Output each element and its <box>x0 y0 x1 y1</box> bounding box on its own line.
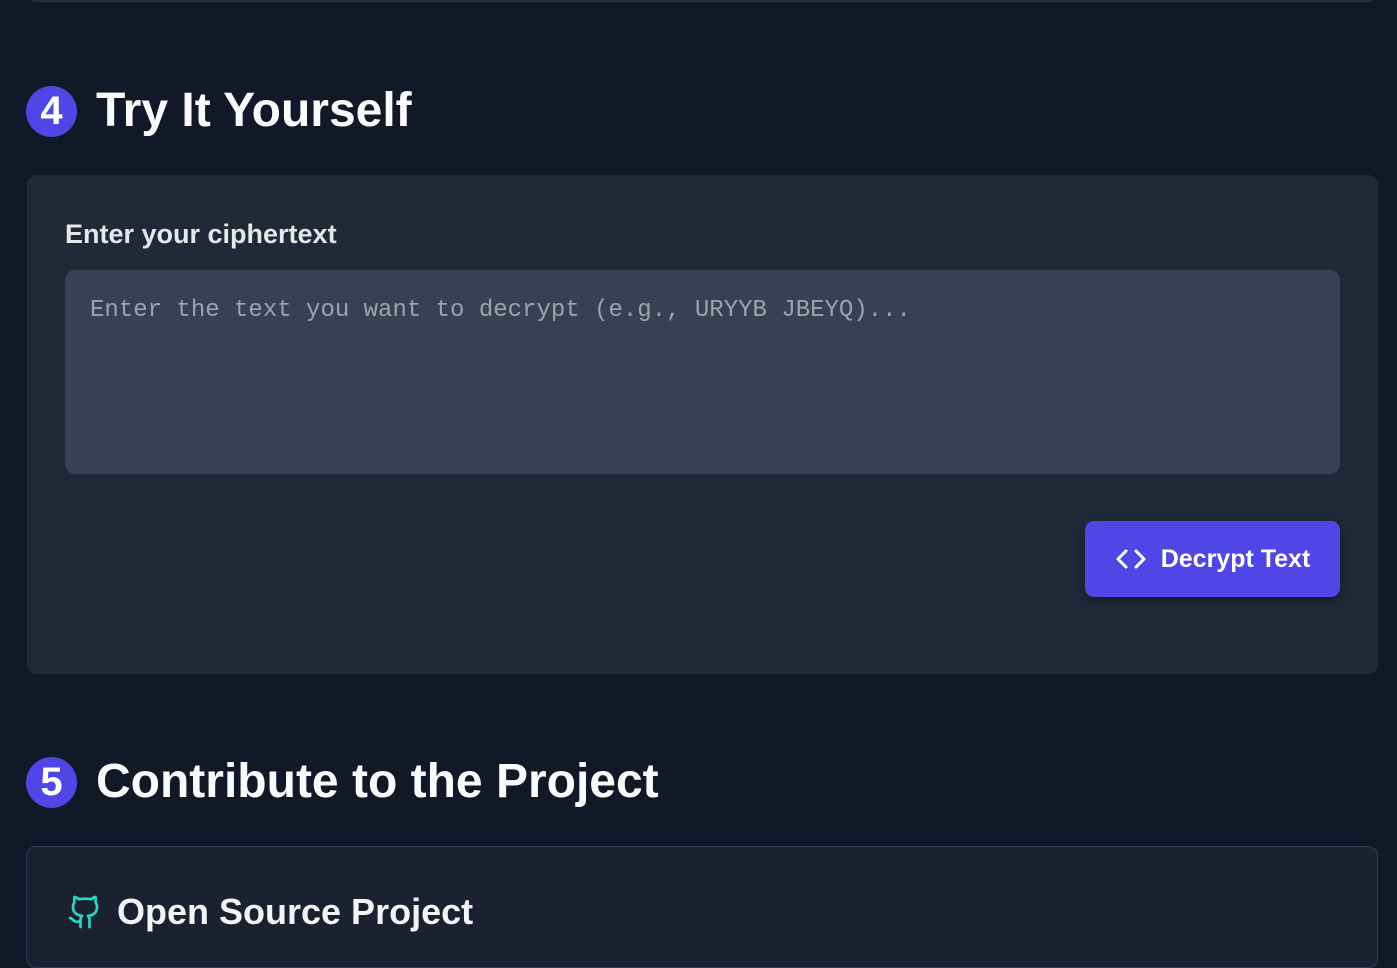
open-source-header: Open Source Project <box>67 891 473 933</box>
decrypt-button-label: Decrypt Text <box>1160 544 1311 573</box>
step-number-badge: 4 <box>26 85 77 137</box>
ciphertext-input[interactable] <box>65 270 1340 474</box>
section-heading-try-it-yourself: 4 Try It Yourself <box>26 83 412 139</box>
github-icon <box>68 895 99 929</box>
section-title: Try It Yourself <box>96 84 412 137</box>
ciphertext-label: Enter your ciphertext <box>65 219 337 249</box>
code-icon <box>1116 549 1146 569</box>
section-heading-contribute: 5 Contribute to the Project <box>26 754 659 810</box>
open-source-card: Open Source Project <box>26 846 1378 968</box>
previous-section-card <box>27 0 1378 2</box>
decrypt-card: Enter your ciphertext Decrypt Text <box>27 175 1378 674</box>
decrypt-button[interactable]: Decrypt Text <box>1085 521 1340 597</box>
open-source-title: Open Source Project <box>117 891 474 932</box>
step-number-badge: 5 <box>26 756 77 808</box>
section-title: Contribute to the Project <box>96 755 659 808</box>
